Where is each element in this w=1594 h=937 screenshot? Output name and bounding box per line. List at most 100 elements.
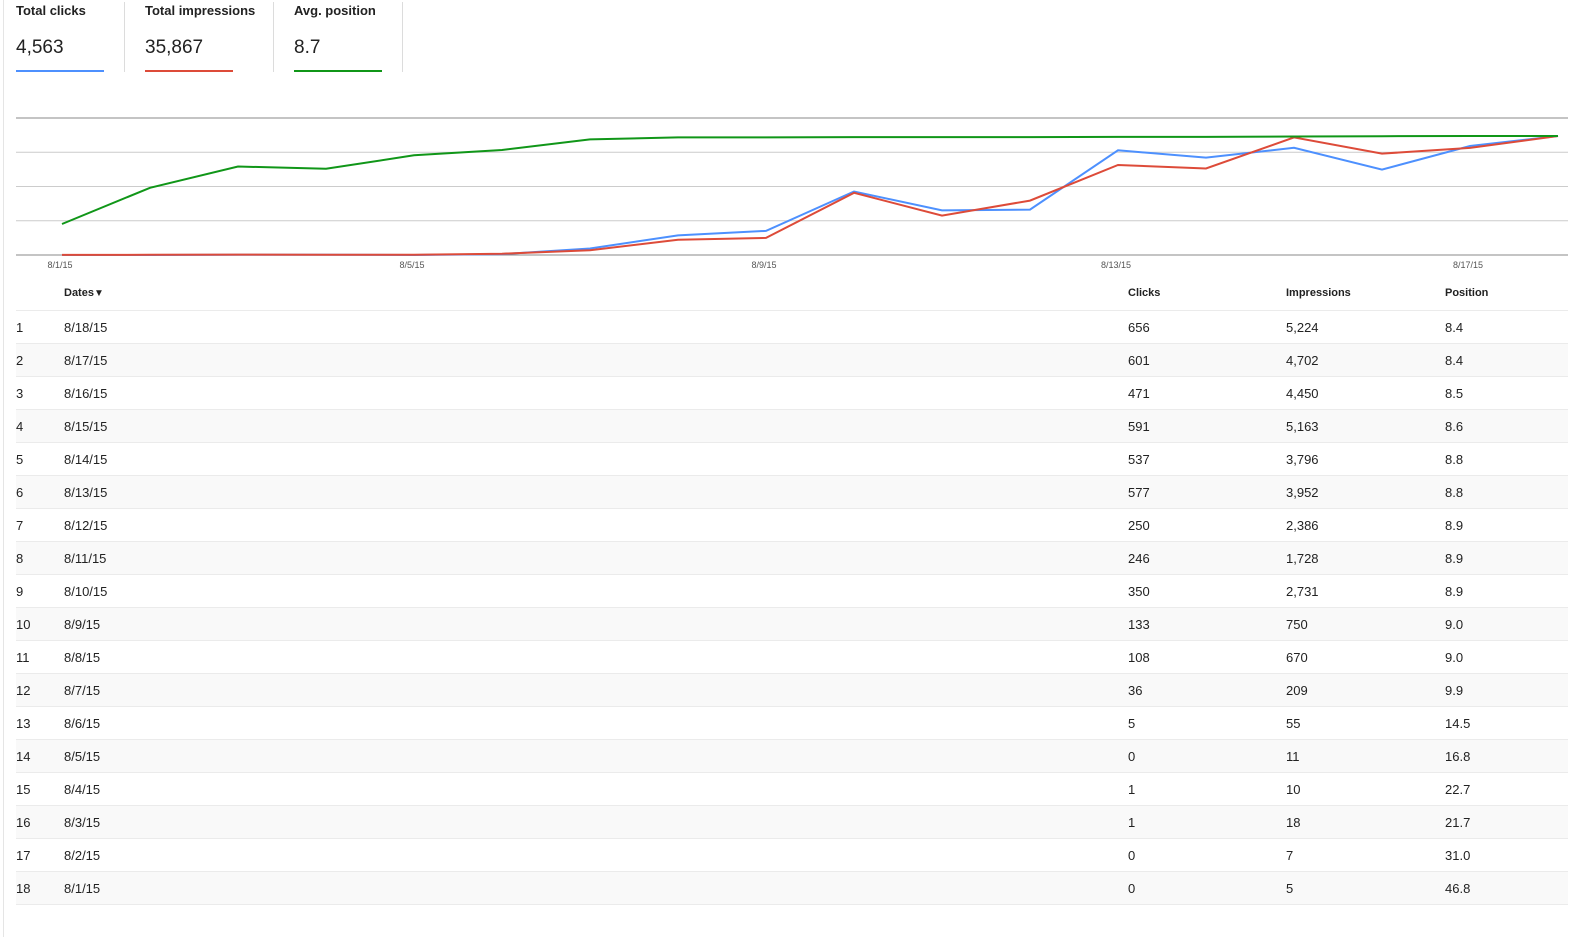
row-clicks: 1 [1128,815,1136,830]
row-position: 14.5 [1445,716,1471,731]
row-impressions: 11 [1286,749,1300,764]
clicks-line [62,135,1559,257]
row-date: 8/18/15 [64,320,108,335]
row-impressions: 10 [1286,782,1301,797]
metric-divider [124,2,125,72]
dates-table: Dates▼ Clicks Impressions Position 1 8/18… [16,276,1568,905]
header-clicks[interactable]: Clicks [1128,287,1160,299]
row-date: 8/6/15 [64,716,101,731]
row-position: 46.8 [1445,881,1471,896]
table-row[interactable]: 18 8/1/15 0 5 46.8 [16,872,1568,905]
row-index: 1 [16,320,24,335]
table-row[interactable]: 12 8/7/15 36 209 9.9 [16,674,1568,707]
row-index: 11 [16,650,30,665]
metric-divider [273,2,274,72]
row-date: 8/9/15 [64,617,101,632]
row-date: 8/13/15 [64,485,108,500]
row-impressions: 5,163 [1286,419,1319,434]
row-index: 13 [16,716,31,731]
row-position: 8.8 [1445,485,1464,500]
table-row[interactable]: 15 8/4/15 1 10 22.7 [16,773,1568,806]
metric-label: Total clicks [16,3,86,18]
x-tick-label: 8/17/15 [1453,260,1483,270]
row-impressions: 4,450 [1286,386,1319,401]
row-date: 8/15/15 [64,419,108,434]
row-index: 14 [16,749,31,764]
row-position: 31.0 [1445,848,1471,863]
row-date: 8/1/15 [64,881,101,896]
row-index: 7 [16,518,24,533]
header-position[interactable]: Position [1445,287,1488,299]
metric-value: 8.7 [294,37,321,58]
x-tick-label: 8/1/15 [47,260,72,270]
table-row[interactable]: 9 8/10/15 350 2,731 8.9 [16,575,1568,608]
row-index: 8 [16,551,24,566]
row-clicks: 36 [1128,683,1143,698]
header-dates[interactable]: Dates▼ [64,287,104,299]
header-impressions[interactable]: Impressions [1286,287,1351,299]
x-tick-label: 8/13/15 [1101,260,1131,270]
row-clicks: 537 [1128,452,1150,467]
table-row[interactable]: 14 8/5/15 0 11 16.8 [16,740,1568,773]
table-row[interactable]: 8 8/11/15 246 1,728 8.9 [16,542,1568,575]
table-row[interactable]: 4 8/15/15 591 5,163 8.6 [16,410,1568,443]
row-position: 8.4 [1445,320,1464,335]
table-row[interactable]: 10 8/9/15 133 750 9.0 [16,608,1568,641]
row-impressions: 5,224 [1286,320,1319,335]
metric-label: Avg. position [294,3,376,18]
row-clicks: 471 [1128,386,1150,401]
row-clicks: 250 [1128,518,1150,533]
row-date: 8/7/15 [64,683,101,698]
row-impressions: 4,702 [1286,353,1319,368]
row-date: 8/2/15 [64,848,101,863]
table-row[interactable]: 5 8/14/15 537 3,796 8.8 [16,443,1568,476]
row-position: 22.7 [1445,782,1471,797]
table-row[interactable]: 3 8/16/15 471 4,450 8.5 [16,377,1568,410]
row-position: 8.9 [1445,518,1464,533]
row-index: 2 [16,353,24,368]
row-impressions: 5 [1286,881,1294,896]
row-clicks: 0 [1128,881,1136,896]
row-impressions: 209 [1286,683,1308,698]
row-position: 8.9 [1445,584,1464,599]
row-position: 8.4 [1445,353,1464,368]
table-row[interactable]: 1 8/18/15 656 5,224 8.4 [16,311,1568,344]
row-position: 8.6 [1445,419,1464,434]
row-date: 8/5/15 [64,749,101,764]
row-date: 8/8/15 [64,650,101,665]
row-date: 8/14/15 [64,452,108,467]
row-position: 8.5 [1445,386,1464,401]
impressions-line [61,135,1559,256]
table-row[interactable]: 2 8/17/15 601 4,702 8.4 [16,344,1568,377]
table-row[interactable]: 17 8/2/15 0 7 31.0 [16,839,1568,872]
table-row[interactable]: 6 8/13/15 577 3,952 8.8 [16,476,1568,509]
row-impressions: 2,731 [1286,584,1319,599]
row-date: 8/11/15 [64,551,107,566]
row-impressions: 55 [1286,716,1301,731]
table-row[interactable]: 11 8/8/15 108 670 9.0 [16,641,1568,674]
row-date: 8/4/15 [64,782,101,797]
row-clicks: 0 [1128,749,1136,764]
row-index: 12 [16,683,31,698]
performance-chart: 8/1/15 8/5/15 8/9/15 8/13/15 8/17/15 [0,110,1594,275]
table-header: Dates▼ Clicks Impressions Position [16,276,1568,311]
row-impressions: 7 [1286,848,1294,863]
row-clicks: 656 [1128,320,1150,335]
row-index: 9 [16,584,24,599]
line-chart: 8/1/15 8/5/15 8/9/15 8/13/15 8/17/15 [16,117,1568,270]
row-impressions: 3,796 [1286,452,1319,467]
row-position: 8.8 [1445,452,1464,467]
row-position: 8.9 [1445,551,1464,566]
metric-color-bar [294,70,382,72]
row-index: 17 [16,848,31,863]
metric-value: 4,563 [16,37,64,58]
row-clicks: 577 [1128,485,1150,500]
table-row[interactable]: 13 8/6/15 5 55 14.5 [16,707,1568,740]
row-clicks: 0 [1128,848,1136,863]
row-clicks: 350 [1128,584,1150,599]
row-impressions: 670 [1286,650,1308,665]
table-row[interactable]: 7 8/12/15 250 2,386 8.9 [16,509,1568,542]
row-clicks: 133 [1128,617,1150,632]
table-row[interactable]: 16 8/3/15 1 18 21.7 [16,806,1568,839]
row-clicks: 601 [1128,353,1150,368]
